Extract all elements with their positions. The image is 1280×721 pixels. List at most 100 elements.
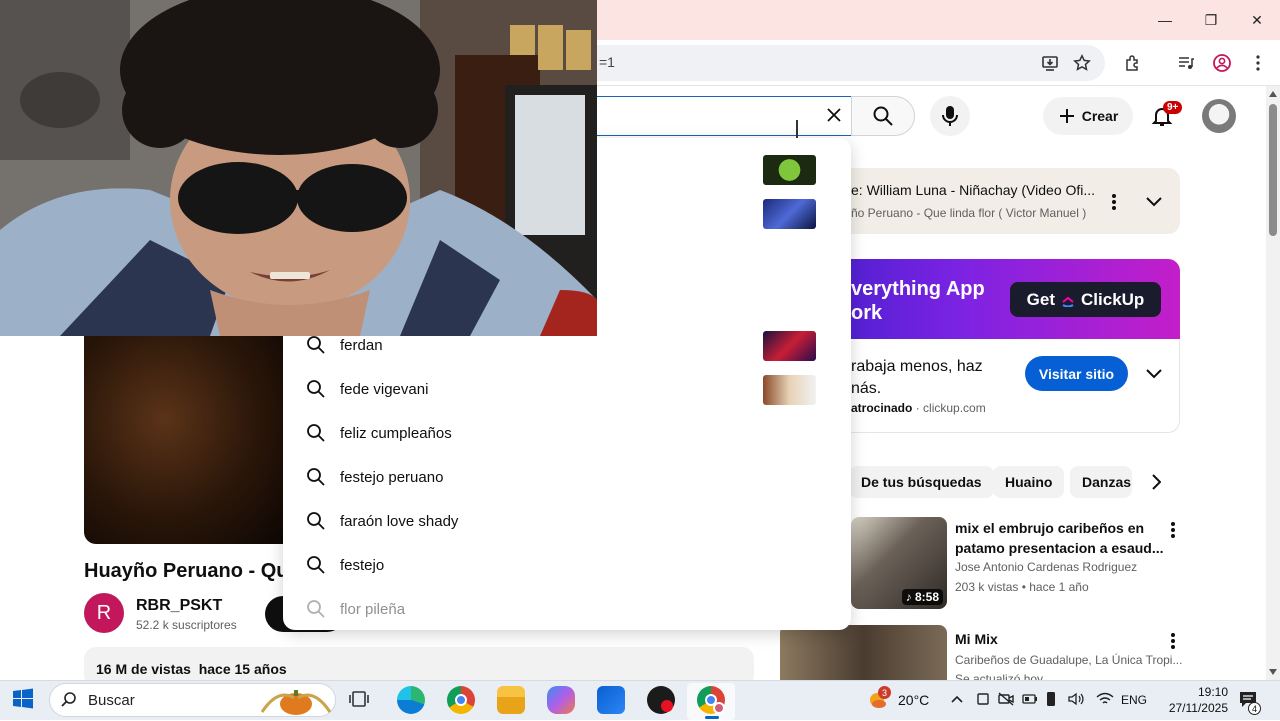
subscriber-count: 52.2 k suscriptores <box>136 618 237 632</box>
wifi-icon[interactable] <box>1096 692 1114 708</box>
scrollbar-thumb[interactable] <box>1269 104 1277 236</box>
tray-app-icon[interactable] <box>976 692 992 708</box>
bookmark-star-icon[interactable] <box>1068 49 1096 77</box>
search-suggestion[interactable]: flor pileña <box>306 596 606 622</box>
search-suggestion[interactable]: faraón love shady <box>306 508 606 534</box>
video-channel[interactable]: Jose Antonio Cardenas Rodriguez <box>955 560 1137 574</box>
account-avatar[interactable] <box>1202 99 1236 133</box>
suggestion-thumbnail[interactable] <box>763 331 816 361</box>
clock-time: 19:10 <box>1197 685 1228 699</box>
edge-icon[interactable] <box>397 686 425 714</box>
webcam-image <box>0 0 597 336</box>
playlist-more-icon[interactable] <box>1104 190 1124 214</box>
suggestion-thumbnail[interactable] <box>763 155 816 185</box>
extensions-icon[interactable] <box>1119 49 1147 77</box>
language-indicator[interactable]: ENG <box>1121 693 1147 707</box>
search-button[interactable] <box>851 96 915 136</box>
video-meta: 203 k vistas • hace 1 año <box>955 580 1089 594</box>
ad-banner-brand: ClickUp <box>1081 289 1145 309</box>
create-button[interactable]: Crear <box>1043 97 1133 135</box>
video-more-icon[interactable] <box>1166 520 1180 540</box>
file-explorer-icon[interactable] <box>497 686 525 714</box>
mix-channels[interactable]: Caribeños de Guadalupe, La Única Tropi..… <box>955 653 1182 667</box>
search-input[interactable] <box>560 96 851 136</box>
voice-search-button[interactable] <box>930 96 970 136</box>
playlist-next-title[interactable]: ño Peruano - Que linda flor ( Victor Man… <box>851 206 1086 220</box>
chips-next-icon[interactable] <box>1144 470 1168 494</box>
volume-icon[interactable] <box>1068 692 1086 708</box>
profile-icon[interactable] <box>1208 49 1236 77</box>
search-icon <box>873 106 893 126</box>
ad-banner-line2: ork <box>851 302 883 324</box>
ad-text-line2: nás. <box>851 380 882 397</box>
taskbar-search-placeholder: Buscar <box>88 692 135 709</box>
video-thumbnail[interactable]: ♪ 8:58 <box>851 517 947 609</box>
scroll-down-icon[interactable] <box>1267 666 1279 678</box>
search-suggestion[interactable]: festejo peruano <box>306 464 606 490</box>
ad-domain: clickup.com <box>923 401 986 415</box>
chip-huaino[interactable]: Huaino <box>993 466 1065 498</box>
close-window-button[interactable]: ✕ <box>1234 0 1280 40</box>
ad-expand-icon[interactable] <box>1142 362 1166 386</box>
active-app-indicator <box>705 716 719 719</box>
temperature[interactable]: 20°C <box>898 692 929 708</box>
search-highlight-image <box>258 684 334 716</box>
video-duration: ♪ 8:58 <box>901 589 943 605</box>
mix-title[interactable]: Mi Mix <box>955 631 998 647</box>
address-bar[interactable] <box>560 45 1105 81</box>
mix-more-icon[interactable] <box>1166 631 1180 651</box>
windows-start-icon[interactable] <box>12 688 36 712</box>
clock[interactable]: 19:10 27/11/2025 <box>1158 684 1228 716</box>
scroll-up-icon[interactable] <box>1267 88 1279 100</box>
microphone-icon <box>942 106 958 126</box>
channel-name[interactable]: RBR_PSKT <box>136 597 222 615</box>
plus-icon <box>1059 109 1074 123</box>
notification-count-badge: 4 <box>1248 702 1261 715</box>
mix-thumbnail[interactable] <box>780 625 947 680</box>
ad-banner-button-label: Get <box>1026 289 1056 309</box>
camera-off-icon[interactable] <box>998 692 1014 708</box>
search-icon <box>307 336 325 354</box>
store-icon[interactable] <box>597 686 625 714</box>
chip-from-searches[interactable]: De tus búsquedas <box>849 466 994 498</box>
suggestion-thumbnail[interactable] <box>763 199 816 229</box>
browser-menu-icon[interactable] <box>1244 49 1272 77</box>
minimize-button[interactable]: — <box>1142 0 1188 40</box>
visit-site-button[interactable]: Visitar sitio <box>1025 356 1128 391</box>
playlist-expand-icon[interactable] <box>1142 190 1166 214</box>
search-icon <box>307 512 325 530</box>
suggestion-thumbnail[interactable] <box>763 375 816 405</box>
install-app-icon[interactable] <box>1036 49 1064 77</box>
taskbar-search-icon <box>60 691 78 709</box>
task-view-icon[interactable] <box>348 688 372 712</box>
hidden-icons-chevron-icon[interactable] <box>950 692 966 708</box>
search-icon <box>307 468 325 486</box>
obs-icon[interactable] <box>647 686 675 714</box>
chrome-icon[interactable] <box>447 686 475 714</box>
battery-icon[interactable] <box>1022 692 1038 708</box>
channel-avatar[interactable]: R <box>84 593 124 633</box>
video-player[interactable] <box>84 336 284 544</box>
address-bar-url[interactable]: =1 <box>599 54 615 70</box>
playlist-current-title[interactable]: e: William Luna - Niñachay (Video Ofi... <box>851 182 1095 198</box>
chip-danzas[interactable]: Danzas <box>1070 466 1132 498</box>
search-suggestion[interactable]: festejo <box>306 552 606 578</box>
ad-banner-button[interactable]: Get ClickUp <box>1010 282 1161 317</box>
video-title[interactable]: mix el embrujo caribeños en patamo prese… <box>955 518 1165 558</box>
ad-text-line1: rabaja menos, haz <box>851 358 983 375</box>
ad-banner-line1: verything App <box>851 278 985 300</box>
search-icon <box>307 600 325 618</box>
search-suggestion[interactable]: fede vigevani <box>306 376 606 402</box>
clear-search-icon[interactable] <box>822 103 846 127</box>
media-controls-icon[interactable] <box>1172 49 1200 77</box>
copilot-icon[interactable] <box>547 686 575 714</box>
notifications-badge: 9+ <box>1163 101 1183 114</box>
chrome-profile-icon[interactable] <box>697 686 725 714</box>
views-and-date: 16 M de vistas hace 15 años <box>96 661 287 677</box>
phone-link-icon[interactable] <box>1046 691 1058 709</box>
search-icon <box>307 380 325 398</box>
restore-button[interactable]: ❐ <box>1188 0 1234 40</box>
search-suggestion[interactable]: feliz cumpleaños <box>306 420 606 446</box>
clickup-logo-icon <box>1062 296 1074 307</box>
webcam-overlay <box>0 0 597 336</box>
